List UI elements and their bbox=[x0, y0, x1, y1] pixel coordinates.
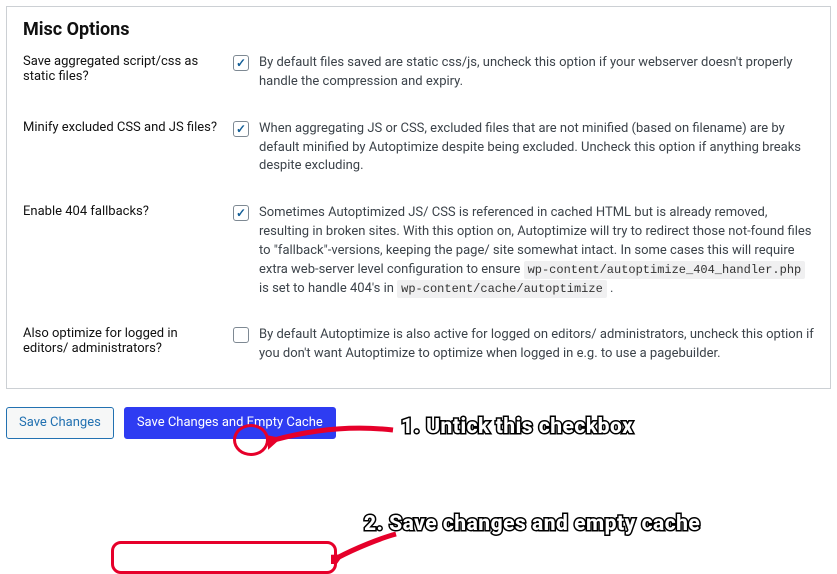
label-enable-404: Enable 404 fallbacks? bbox=[23, 204, 233, 298]
annotation-text-2: 2. Save changes and empty cache bbox=[364, 512, 700, 536]
row-save-static: Save aggregated script/css as static fil… bbox=[23, 54, 814, 92]
action-bar: Save Changes Save Changes and Empty Cach… bbox=[6, 407, 831, 439]
misc-options-panel: Misc Options Save aggregated script/css … bbox=[6, 6, 831, 389]
save-and-empty-cache-button[interactable]: Save Changes and Empty Cache bbox=[124, 407, 336, 439]
label-minify-excluded: Minify excluded CSS and JS files? bbox=[23, 120, 233, 177]
code-cache-path: wp-content/cache/autoptimize bbox=[397, 280, 607, 298]
checkbox-minify-excluded[interactable] bbox=[233, 121, 249, 137]
checkbox-save-static[interactable] bbox=[233, 55, 249, 71]
panel-title: Misc Options bbox=[23, 19, 814, 40]
save-changes-button[interactable]: Save Changes bbox=[6, 407, 114, 439]
row-enable-404: Enable 404 fallbacks? Sometimes Autoptim… bbox=[23, 204, 814, 298]
label-save-static: Save aggregated script/css as static fil… bbox=[23, 54, 233, 92]
row-minify-excluded: Minify excluded CSS and JS files? When a… bbox=[23, 120, 814, 177]
code-handler-path: wp-content/autoptimize_404_handler.php bbox=[524, 261, 806, 279]
desc-also-optimize: By default Autoptimize is also active fo… bbox=[259, 326, 814, 364]
desc-enable-404: Sometimes Autoptimized JS/ CSS is refere… bbox=[259, 204, 814, 298]
annotation-rect-button bbox=[111, 541, 337, 574]
desc-minify-excluded: When aggregating JS or CSS, excluded fil… bbox=[259, 120, 814, 177]
label-also-optimize: Also optimize for logged in editors/ adm… bbox=[23, 326, 233, 364]
row-also-optimize: Also optimize for logged in editors/ adm… bbox=[23, 326, 814, 364]
checkbox-also-optimize[interactable] bbox=[233, 327, 249, 343]
checkbox-enable-404[interactable] bbox=[233, 205, 249, 221]
annotation-arrow-2 bbox=[331, 530, 401, 564]
desc-save-static: By default files saved are static css/js… bbox=[259, 54, 814, 92]
